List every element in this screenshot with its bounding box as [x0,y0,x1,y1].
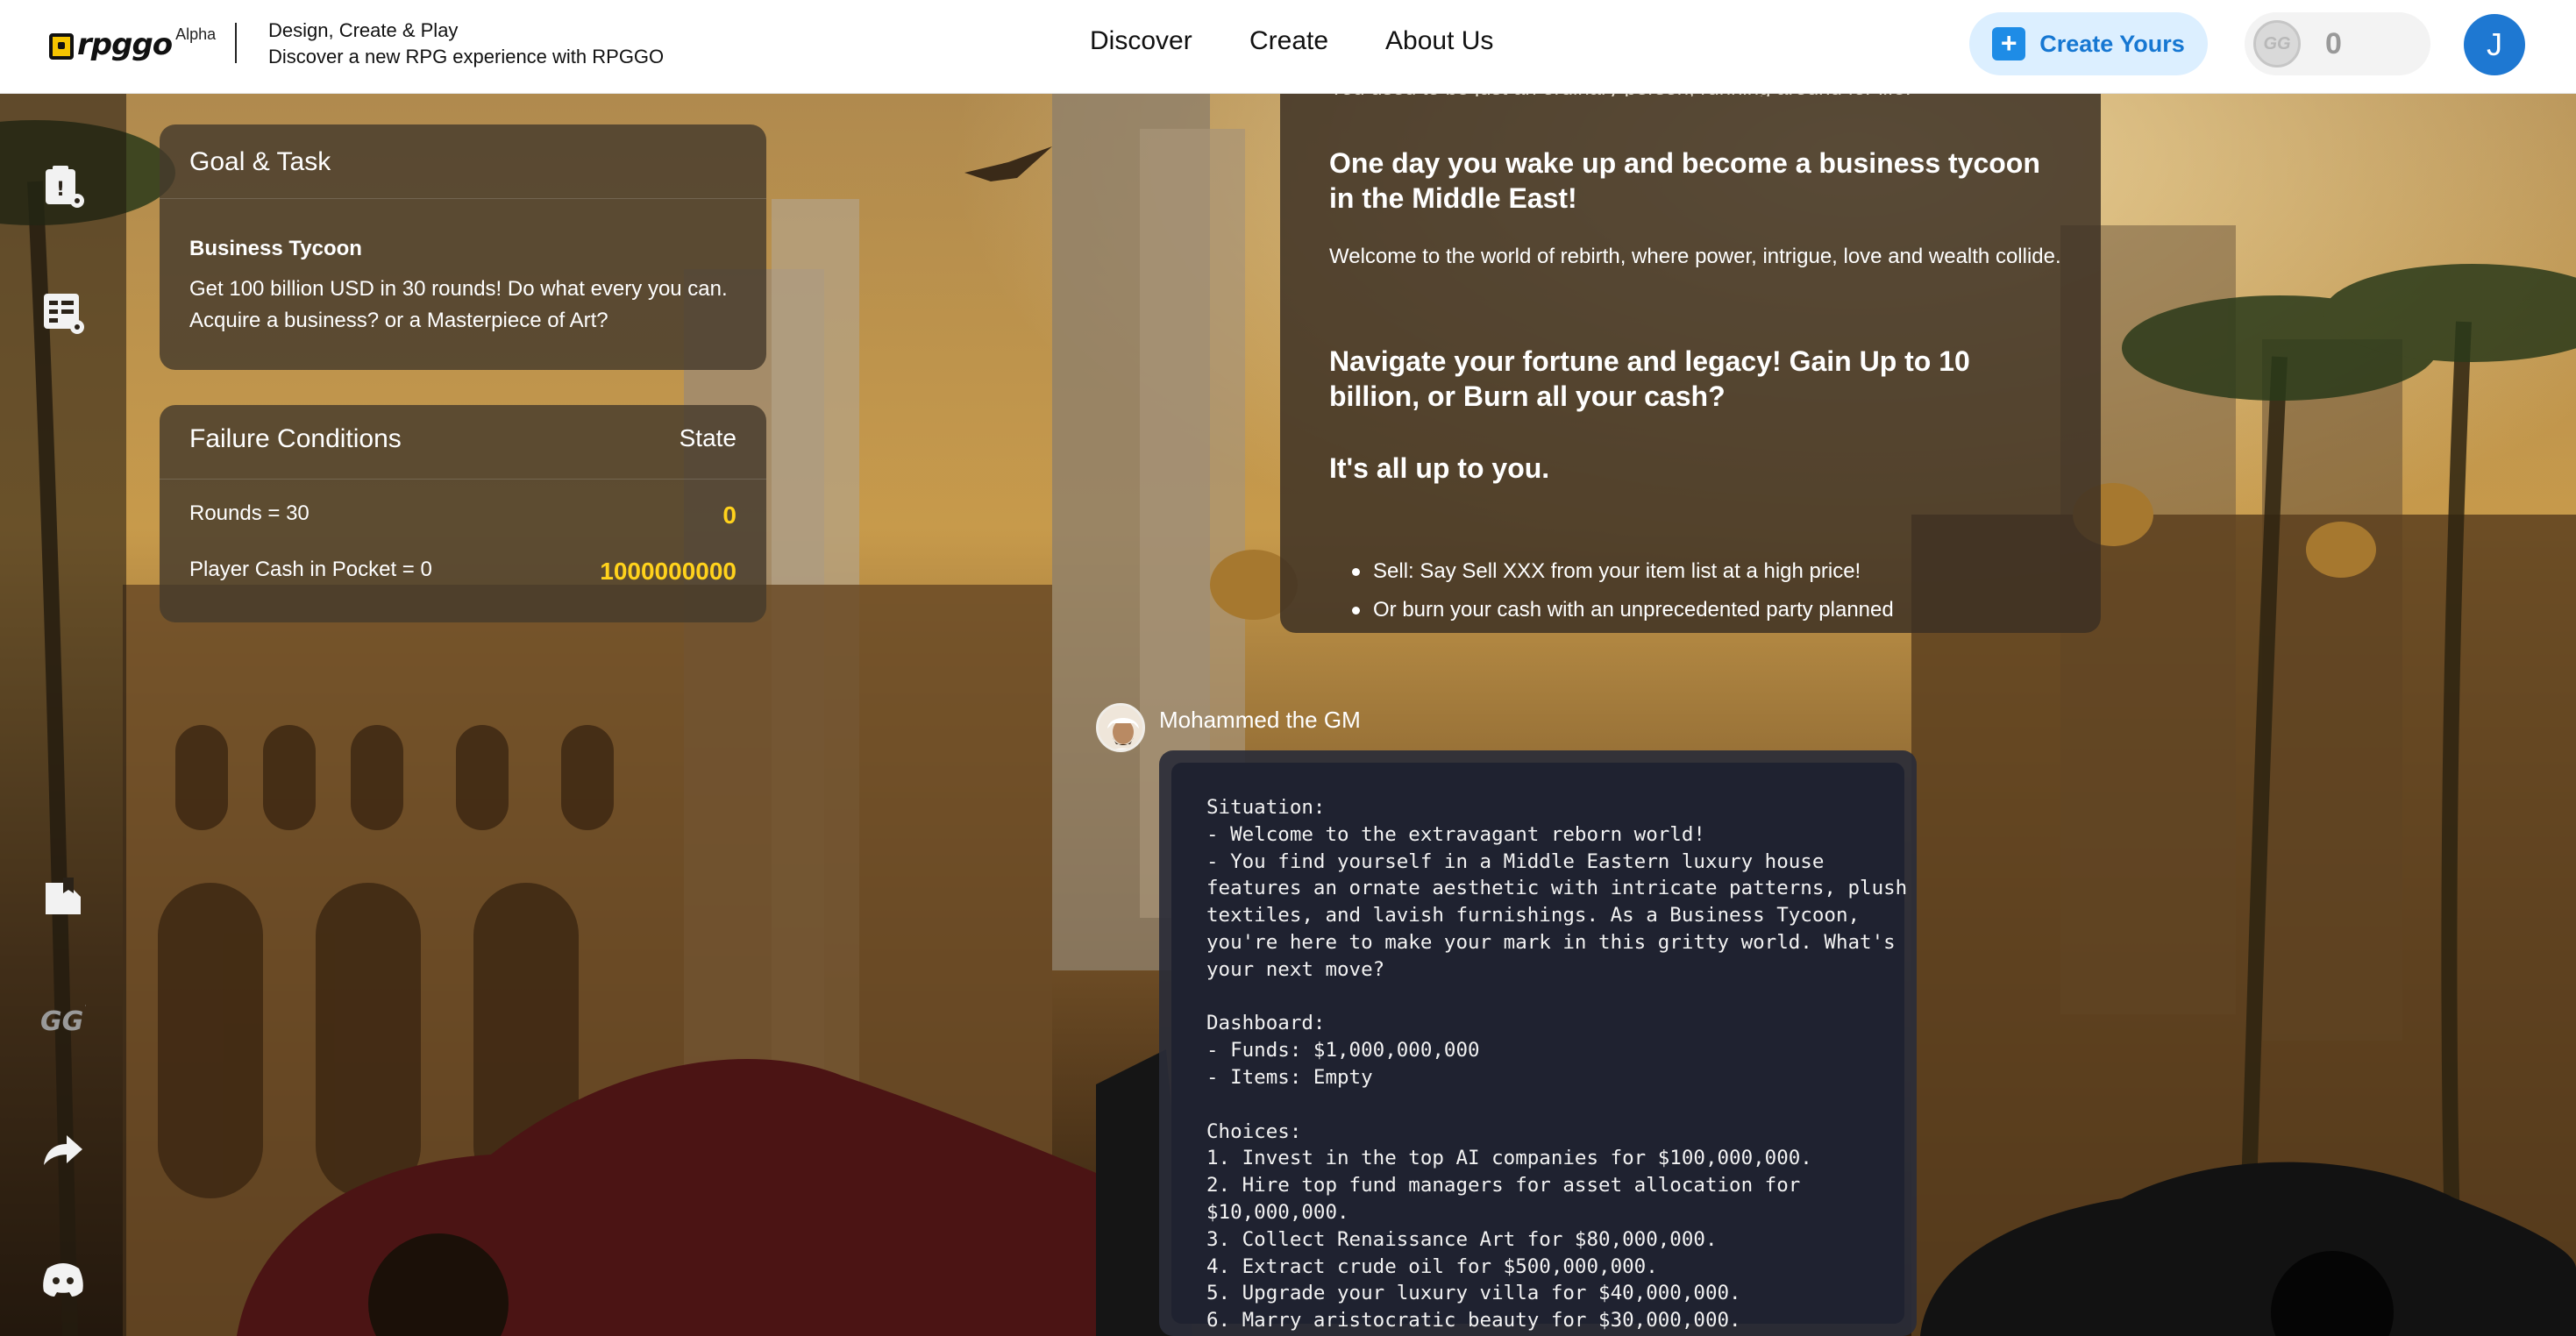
goal-task-card: Goal & Task Business Tycoon Get 100 bill… [160,124,766,370]
nav-discover[interactable]: Discover [1090,26,1192,56]
rpggo-logo[interactable]: rpggo Alpha [49,25,216,60]
nav-about-us[interactable]: About Us [1385,26,1493,56]
tagline-line2: Discover a new RPG experience with RPGGO [268,46,665,68]
intro-bullet-list: Sell: Say Sell XXX from your item list a… [1329,552,2066,629]
condition-value: 0 [722,501,737,529]
condition-row: Player Cash in Pocket = 0 1000000000 [189,558,737,586]
left-sidebar: ! GG + [0,94,126,1336]
goal-card-title: Goal & Task [189,147,331,176]
intro-bullet: Sell: Say Sell XXX from your item list a… [1329,552,2066,591]
failure-card-title: Failure Conditions [189,424,402,453]
coin-count: 0 [2325,26,2342,60]
discord-icon[interactable] [40,1256,86,1302]
intro-bullet: Or burn your cash with an unprecedented … [1329,591,2066,629]
divider [160,479,766,480]
intro-heading-1: One day you wake up and become a busines… [1329,147,2040,214]
condition-value: 1000000000 [600,558,737,585]
gg-coin-icon: GG [2253,20,2301,68]
create-yours-button[interactable]: + Create Yours [1969,12,2208,75]
state-header: State [679,424,737,451]
create-yours-label: Create Yours [2039,30,2185,57]
intro-heading-3: It's all up to you. [1329,452,1550,484]
user-avatar[interactable]: J [2464,14,2525,75]
logo-text: rpggo [77,27,173,62]
goal-description: Get 100 billion USD in 30 rounds! Do wha… [189,277,728,332]
gm-name: Mohammed the GM [1159,707,1361,733]
gg-token-icon[interactable]: GG + [40,997,86,1042]
tagline: Design, Create & Play Discover a new RPG… [268,18,664,70]
story-intro-card: You used to be just an ordinary person, … [1280,53,2101,633]
divider [160,198,766,199]
plus-icon: + [1992,27,2026,60]
gm-message-text: Situation: - Welcome to the extravagant … [1206,796,1908,1332]
condition-label: Player Cash in Pocket = 0 [189,558,432,581]
condition-label: Rounds = 30 [189,501,310,525]
header-divider [235,23,237,63]
tag-icon[interactable] [40,874,86,920]
alpha-badge: Alpha [175,25,217,43]
condition-row: Rounds = 30 0 [189,501,737,529]
share-arrow-icon[interactable] [40,1126,86,1172]
failure-conditions-card: Failure Conditions State Rounds = 30 0 P… [160,405,766,622]
svg-text:+: + [84,999,86,1012]
goal-subtitle: Business Tycoon [189,237,362,260]
intro-heading-2: Navigate your fortune and legacy! Gain U… [1329,345,1970,412]
top-header: rpggo Alpha Design, Create & Play Discov… [0,0,2576,94]
gm-message-bubble: Situation: - Welcome to the extravagant … [1159,750,1917,1336]
intro-paragraph: Welcome to the world of rebirth, where p… [1329,245,2061,268]
coin-balance[interactable]: GG 0 [2245,12,2430,75]
list-settings-icon[interactable] [40,290,86,336]
gm-avatar [1096,703,1145,752]
logo-mark-icon [49,33,74,60]
svg-text:GG: GG [40,1006,83,1037]
tagline-line1: Design, Create & Play [268,19,459,41]
clipboard-task-icon[interactable]: ! [40,164,86,210]
gm-message-body: Situation: - Welcome to the extravagant … [1171,763,1907,1332]
svg-text:!: ! [56,179,65,201]
nav-create[interactable]: Create [1249,26,1328,56]
